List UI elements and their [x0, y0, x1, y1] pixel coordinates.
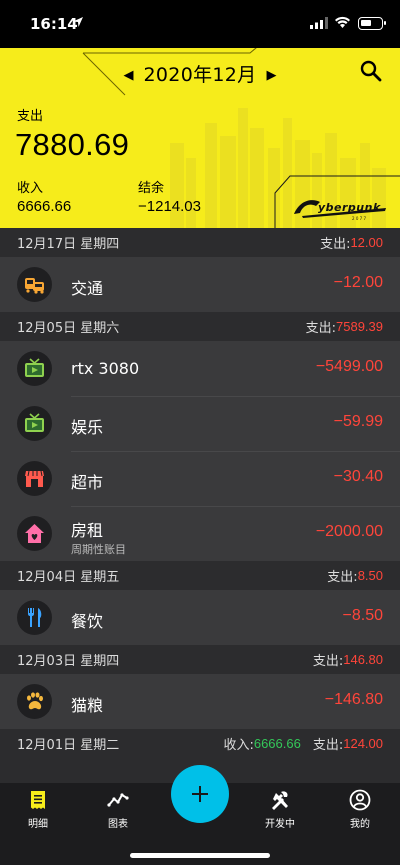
transaction-amount: −30.40 [333, 468, 383, 485]
day-totals: 支出: 12.00 [320, 233, 383, 252]
svg-text:2 0 7 7: 2 0 7 7 [352, 216, 366, 221]
transaction-amount: −8.50 [342, 607, 383, 624]
transaction-category: 房租 [71, 521, 104, 540]
transaction-amount: −5499.00 [315, 358, 383, 375]
store-icon [17, 461, 52, 496]
tab-chart[interactable]: 图表 [88, 789, 148, 830]
day-header: 12月03日 星期四 支出: 146.80 [0, 645, 400, 674]
transaction-row[interactable]: 猫粮 −146.80 [0, 674, 400, 729]
tab-profile[interactable]: 我的 [330, 789, 390, 830]
month-selector: ◀ 2020年12月 ▶ [0, 60, 400, 87]
transaction-list[interactable]: 12月17日 星期四 支出: 12.00 交通 −12.00 12月05日 星期六 支出: 7… [0, 228, 400, 783]
transaction-row[interactable]: 超市 −30.40 [0, 451, 400, 506]
income-label: 收入 [17, 181, 44, 196]
transaction-row[interactable]: 娱乐 −59.99 [0, 396, 400, 451]
spend-label: 支出 [17, 109, 44, 124]
day-header: 12月04日 星期五 支出: 8.50 [0, 561, 400, 590]
transaction-category: rtx 3080 [71, 359, 140, 378]
transaction-row[interactable]: 交通 −12.00 [0, 257, 400, 312]
current-month[interactable]: 2020年12月 [144, 60, 257, 87]
tv-icon [17, 406, 52, 441]
day-date: 12月05日 星期六 [17, 321, 120, 336]
balance-label: 结余 [138, 181, 165, 196]
day-spend-label: 支出: [312, 738, 344, 753]
transaction-category: 猫粮 [71, 696, 104, 715]
day-date: 12月01日 星期二 [17, 738, 120, 753]
summary-header: ◀ 2020年12月 ▶ 支出 7880.69 收入 6666.66 结余 −1… [0, 48, 400, 228]
list-icon [31, 791, 45, 809]
transaction-row[interactable]: 餐饮 −8.50 [0, 590, 400, 645]
cyberpunk-logo: yberpunk 2 0 7 7 [294, 200, 386, 221]
transaction-amount: −59.99 [333, 413, 383, 430]
search-icon[interactable] [358, 58, 384, 84]
location-arrow-icon [73, 17, 83, 27]
add-record-button[interactable] [171, 765, 229, 823]
transaction-category: 餐饮 [71, 612, 104, 631]
tab-developing[interactable]: 开发中 [250, 789, 310, 830]
day-date: 12月03日 星期四 [17, 654, 120, 669]
day-spend-label: 支出: [312, 654, 344, 669]
cutlery-icon [17, 600, 52, 635]
day-income-value: 6666.66 [253, 736, 301, 751]
day-header: 12月17日 星期四 支出: 12.00 [0, 228, 400, 257]
tab-detail-label: 明细 [28, 819, 48, 830]
income-value: 6666.66 [17, 198, 72, 215]
prev-month-button[interactable]: ◀ [123, 68, 133, 83]
day-totals: 支出: 8.50 [327, 566, 383, 585]
home-indicator [130, 853, 270, 858]
recurring-note: 周期性账目 [71, 543, 126, 556]
house-icon [17, 516, 52, 551]
wifi-icon [335, 16, 350, 28]
signal-icon [310, 17, 328, 29]
tab-bar: 明细 图表 开发中 我的 [0, 765, 400, 865]
transaction-category: 交通 [71, 279, 104, 298]
next-month-button[interactable]: ▶ [267, 68, 277, 83]
tab-profile-label: 我的 [350, 819, 370, 830]
day-date: 12月17日 星期四 [17, 237, 120, 252]
day-spend-value: 12.00 [350, 235, 383, 250]
day-date: 12月04日 星期五 [17, 570, 120, 585]
day-totals: 收入: 6666.66 支出: 124.00 [223, 734, 383, 753]
tab-developing-label: 开发中 [265, 819, 295, 830]
day-spend-value: 7589.39 [336, 319, 383, 334]
status-bar: 16:14 [0, 0, 400, 48]
day-spend-label: 支出: [320, 237, 351, 252]
day-spend-value: 146.80 [343, 652, 383, 667]
day-spend-label: 支出: [327, 570, 358, 585]
transaction-row[interactable]: 房租周期性账目 −2000.00 [0, 506, 400, 561]
tools-icon [272, 791, 288, 810]
day-spend-value: 8.50 [357, 568, 383, 583]
tab-chart-label: 图表 [108, 819, 128, 830]
balance-value: −1214.03 [138, 198, 201, 215]
day-header: 12月01日 星期二 收入: 6666.66 支出: 124.00 [0, 729, 400, 758]
svg-text:yberpunk: yberpunk [318, 201, 381, 214]
day-totals: 支出: 7589.39 [306, 317, 383, 336]
battery-icon [358, 17, 386, 30]
transaction-row[interactable]: rtx 3080 −5499.00 [0, 341, 400, 396]
transaction-amount: −12.00 [333, 274, 383, 291]
tv-icon [17, 351, 52, 386]
day-spend-label: 支出: [305, 321, 336, 336]
transaction-amount: −2000.00 [315, 523, 383, 540]
user-icon [349, 789, 371, 811]
day-totals: 支出: 146.80 [313, 650, 383, 669]
day-income-label: 收入: [223, 738, 254, 753]
transaction-category: 超市 [71, 473, 104, 492]
day-header: 12月05日 星期六 支出: 7589.39 [0, 312, 400, 341]
spend-total: 7880.69 [15, 127, 130, 162]
paw-icon [17, 684, 52, 719]
transaction-amount: −146.80 [324, 691, 383, 708]
tab-detail[interactable]: 明细 [8, 789, 68, 830]
car-icon [17, 267, 52, 302]
day-spend-value: 124.00 [343, 736, 383, 751]
chart-icon [107, 793, 129, 807]
transaction-category: 娱乐 [71, 418, 104, 437]
